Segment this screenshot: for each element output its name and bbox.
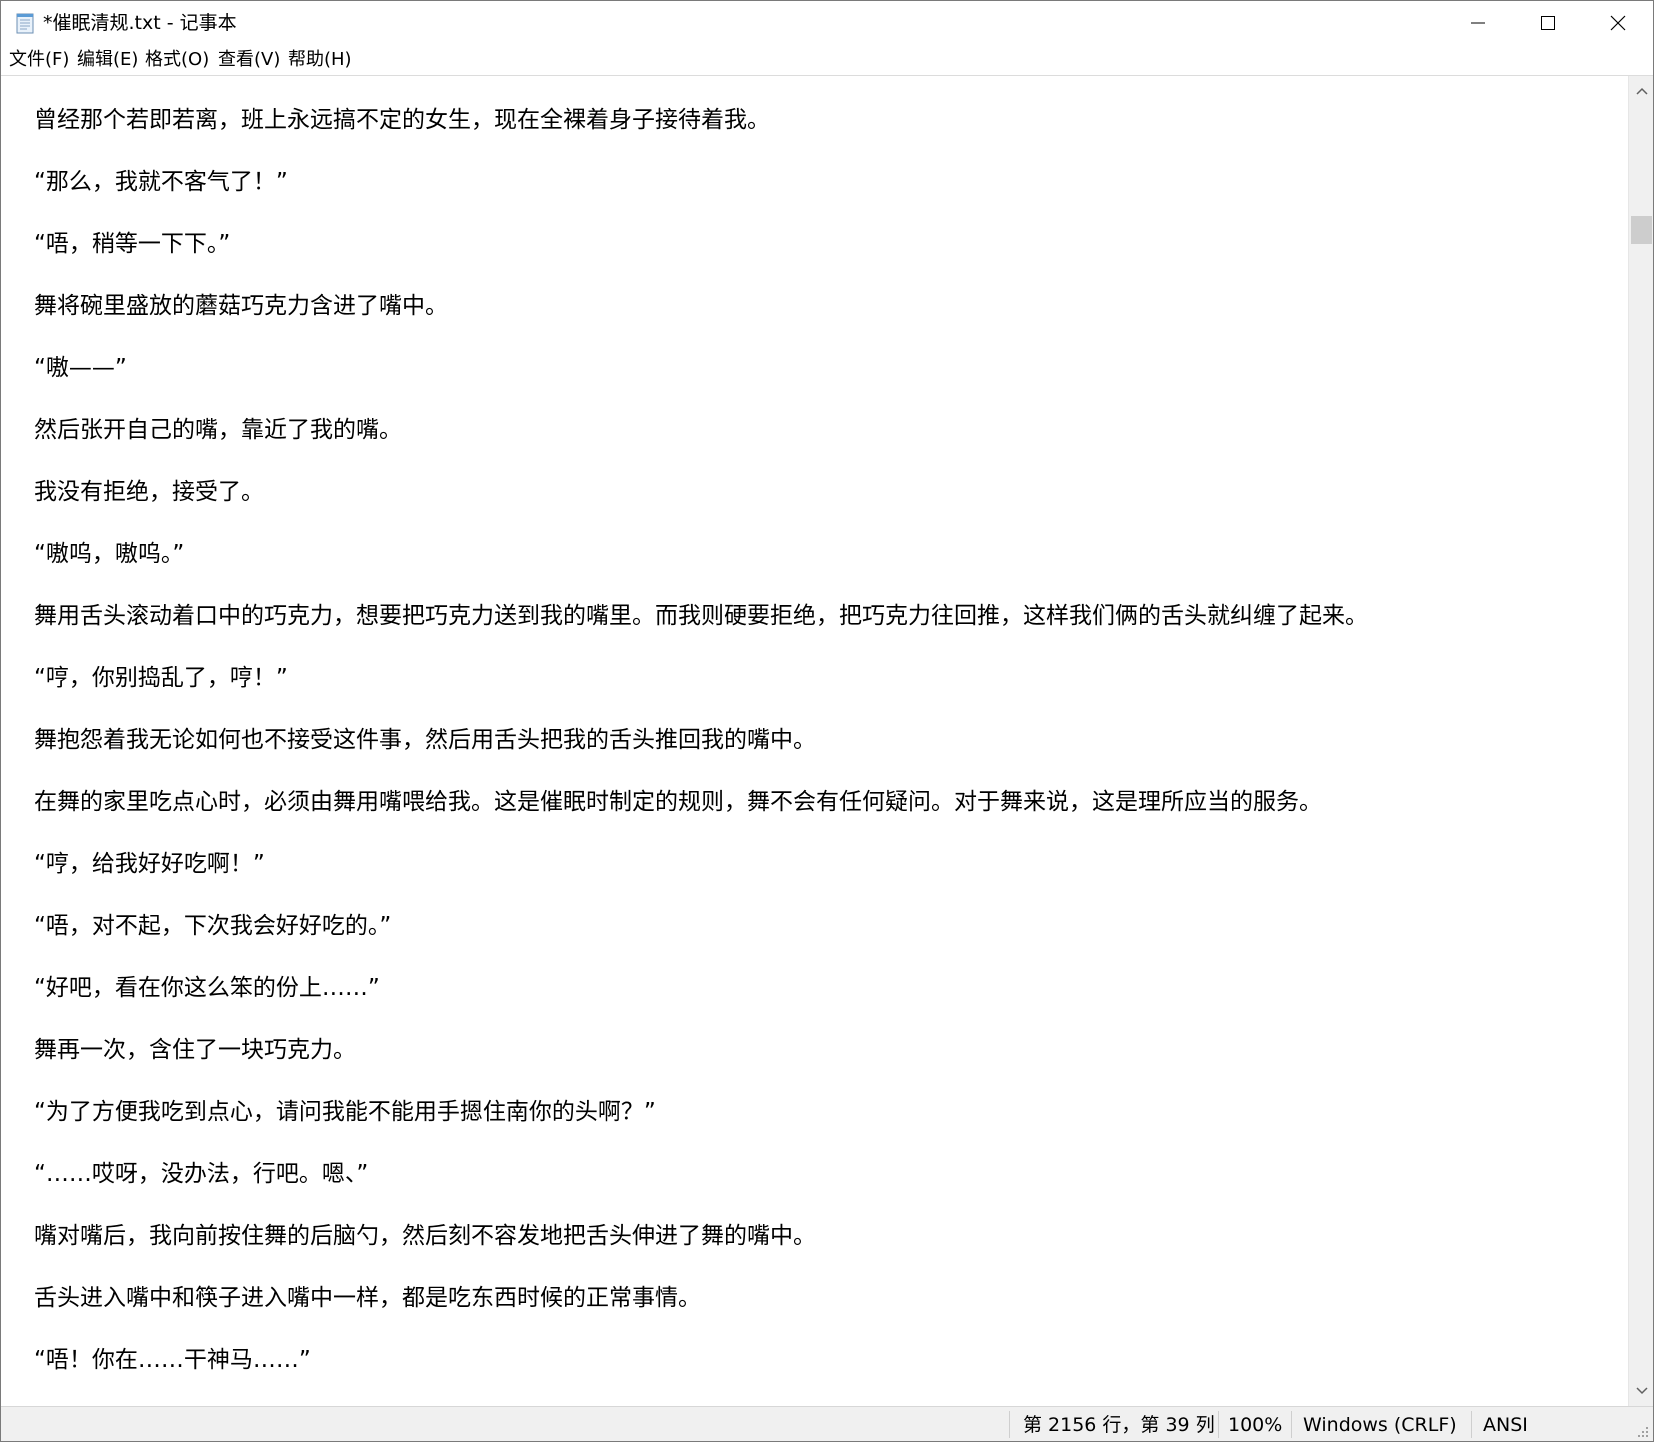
minimize-button[interactable] [1443,1,1513,45]
text-line: 舞再一次，含住了一块巧克力。 [34,1037,356,1063]
chevron-up-icon [1635,87,1648,95]
notepad-window: *催眠清规.txt - 记事本 文件(F) 编辑(E) 格式(O) 查看(V) … [0,0,1654,1442]
text-line: 舞将碗里盛放的蘑菇巧克力含进了嘴中。 [34,293,448,319]
text-line: 舞抱怨着我无论如何也不接受这件事，然后用舌头把我的舌头推回我的嘴中。 [34,727,816,753]
minimize-icon [1471,22,1485,24]
status-bar: 第 2156 行，第 39 列 100% Windows (CRLF) ANSI [1,1406,1653,1441]
menu-file[interactable]: 文件(F) [7,48,71,72]
chevron-down-icon [1635,1387,1648,1395]
title-bar[interactable]: *催眠清规.txt - 记事本 [1,1,1653,45]
status-encoding: ANSI [1483,1414,1528,1436]
status-divider [1218,1411,1219,1438]
text-line: “为了方便我吃到点心，请问我能不能用手摁住南你的头啊？” [34,1099,656,1125]
window-title: *催眠清规.txt - 记事本 [43,12,237,34]
menu-help[interactable]: 帮助(H) [286,48,354,72]
maximize-button[interactable] [1513,1,1583,45]
status-zoom: 100% [1228,1414,1283,1436]
scroll-thumb[interactable] [1631,216,1652,244]
scroll-up-button[interactable] [1629,80,1653,102]
scroll-down-button[interactable] [1629,1380,1653,1402]
text-line: 舌头进入嘴中和筷子进入嘴中一样，都是吃东西时候的正常事情。 [34,1285,701,1311]
menu-bar: 文件(F) 编辑(E) 格式(O) 查看(V) 帮助(H) [1,45,1653,76]
text-editor[interactable]: 曾经那个若即若离，班上永远搞不定的女生，现在全裸着身子接待着我。 “那么，我就不… [1,76,1628,1406]
text-line: 我没有拒绝，接受了。 [34,479,264,505]
status-line-ending: Windows (CRLF) [1303,1414,1457,1436]
maximize-icon [1541,16,1555,30]
text-line: “那么，我就不客气了！” [34,169,288,195]
text-line: “哼，给我好好吃啊！” [34,851,265,877]
menu-edit[interactable]: 编辑(E) [75,48,140,72]
resize-grip-icon[interactable] [1635,1423,1649,1437]
menu-view[interactable]: 查看(V) [216,48,282,72]
text-line: “好吧，看在你这么笨的份上……” [34,975,380,1001]
status-cursor-position: 第 2156 行，第 39 列 [1023,1414,1215,1436]
status-divider [1471,1411,1472,1438]
notepad-icon [15,12,35,34]
text-line: 然后张开自己的嘴，靠近了我的嘴。 [34,417,402,443]
text-line: “哼，你别捣乱了，哼！” [34,665,288,691]
status-divider [1009,1411,1010,1438]
text-line: “……哎呀，没办法，行吧。嗯、” [34,1161,369,1187]
vertical-scrollbar[interactable] [1628,76,1653,1406]
close-icon [1610,15,1626,31]
text-line: “嗷——” [34,355,127,381]
text-line: 曾经那个若即若离，班上永远搞不定的女生，现在全裸着身子接待着我。 [34,107,770,133]
menu-format[interactable]: 格式(O) [143,48,211,72]
text-line: 舞用舌头滚动着口中的巧克力，想要把巧克力送到我的嘴里。而我则硬要拒绝，把巧克力往… [34,603,1368,629]
text-line: “唔！你在……干神马……” [34,1347,311,1373]
text-line: 嘴对嘴后，我向前按住舞的后脑勺，然后刻不容发地把舌头伸进了舞的嘴中。 [34,1223,816,1249]
text-line: “嗷呜，嗷呜。” [34,541,185,567]
text-line: “唔，稍等一下下。” [34,231,231,257]
status-divider [1291,1411,1292,1438]
text-line: 在舞的家里吃点心时，必须由舞用嘴喂给我。这是催眠时制定的规则，舞不会有任何疑问。… [34,789,1322,815]
text-line: “唔，对不起，下次我会好好吃的。” [34,913,392,939]
close-button[interactable] [1583,1,1653,45]
